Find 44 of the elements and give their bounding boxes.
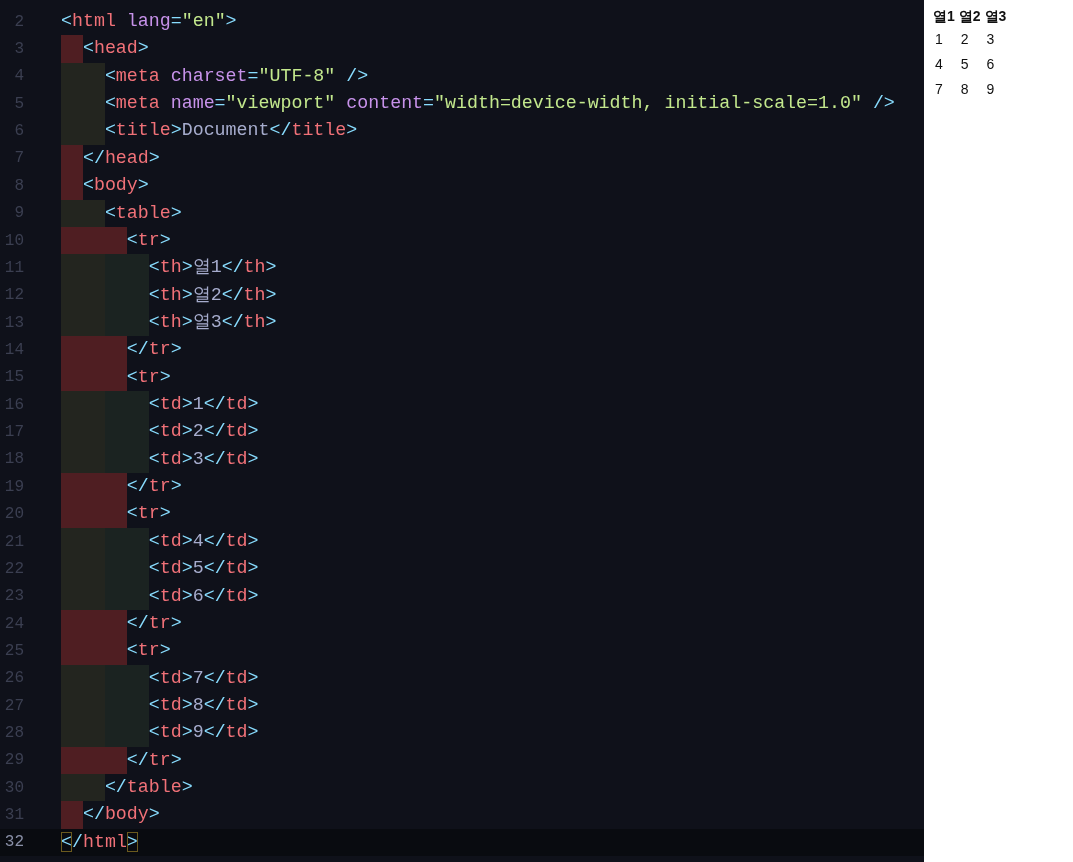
code-text: <meta name="viewport" content="width=device-width, initial-scale=1.0" /> — [104, 92, 895, 116]
code-text: <td>4</td> — [148, 529, 259, 553]
table-cell-text: 7 — [934, 80, 944, 99]
code-text: <td>3</td> — [148, 447, 259, 471]
code-text: <title>Document</title> — [104, 119, 358, 143]
code-text: <td>5</td> — [148, 557, 259, 581]
table-header: 열2 — [958, 6, 982, 26]
line-number: 32 — [3, 832, 25, 854]
code-text: <td>6</td> — [148, 584, 259, 608]
code-text: </tr> — [126, 748, 182, 772]
table-cell-text: 2 — [959, 30, 970, 49]
table-header: 열1 — [933, 6, 956, 26]
table-cell-text: 8 — [959, 80, 970, 99]
code-text: <tr> — [126, 502, 171, 526]
code-text: <tr> — [126, 639, 171, 663]
code-text: <table> — [104, 201, 182, 225]
code-text: </html> — [61, 830, 138, 854]
code-text: <th>열1</th> — [148, 256, 277, 280]
table-cell-text: 9 — [985, 80, 996, 99]
code-text: <td>8</td> — [148, 694, 259, 717]
code-text: <body> — [82, 174, 149, 198]
code-text: <th>열3</th> — [148, 310, 277, 334]
code-text: </head> — [82, 146, 160, 170]
code-text: </tr> — [126, 475, 182, 499]
table-header: 열3 — [984, 6, 1008, 26]
table-cell-text: 1 — [934, 30, 944, 49]
code-text: </tr> — [126, 611, 182, 635]
code-text: <td>9</td> — [148, 721, 259, 745]
code-text: <td>7</td> — [148, 666, 259, 690]
table-cell-text: 5 — [959, 55, 970, 74]
code-text: <th>열2</th> — [148, 283, 277, 307]
table-cell-text: 6 — [985, 55, 996, 74]
code-text: <html lang="en"> — [61, 10, 237, 33]
table-cell-text: 4 — [934, 55, 944, 74]
code-text: <tr> — [126, 228, 171, 252]
code-text: <td>1</td> — [148, 393, 259, 417]
code-text: <head> — [82, 37, 149, 61]
table-cell-text: 3 — [985, 30, 996, 49]
code-text: </tr> — [126, 338, 182, 362]
code-text: </body> — [82, 803, 160, 827]
code-text: <tr> — [126, 365, 171, 389]
code-text: <meta charset="UTF-8" /> — [104, 64, 369, 88]
code-text: </table> — [104, 776, 193, 800]
code-text: <td>2</td> — [148, 420, 259, 444]
